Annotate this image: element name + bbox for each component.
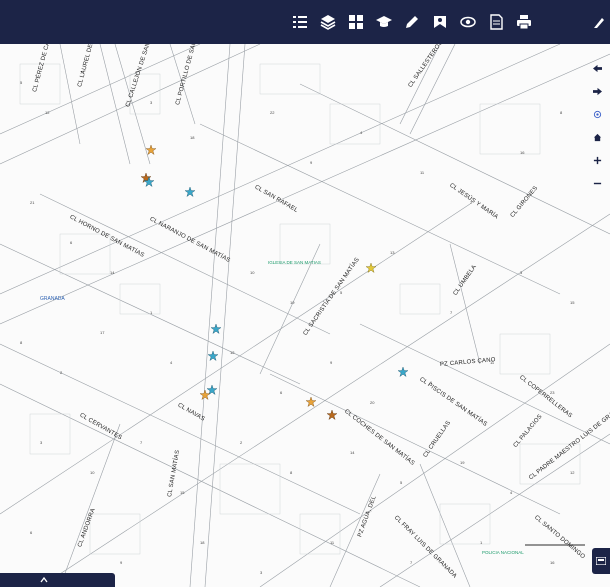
svg-text:14: 14 [350, 450, 355, 455]
svg-text:12: 12 [45, 110, 50, 115]
bottom-panel-toggle[interactable] [0, 573, 115, 587]
svg-text:4: 4 [360, 130, 363, 135]
poi-label: POLICIA NACIONAL [482, 550, 524, 555]
poi-label: IGLESIA DE SAN MATIAS [268, 260, 321, 265]
svg-text:9: 9 [120, 560, 123, 565]
svg-text:12: 12 [230, 350, 235, 355]
svg-text:6: 6 [30, 530, 33, 535]
svg-text:18: 18 [200, 540, 205, 545]
svg-text:4: 4 [170, 360, 173, 365]
home-icon[interactable] [590, 130, 604, 144]
zoom-in-icon[interactable] [590, 153, 604, 167]
star-marker[interactable] [144, 177, 154, 187]
legend-list-icon[interactable] [290, 12, 310, 32]
graduation-cap-icon[interactable] [374, 12, 394, 32]
svg-text:3: 3 [520, 270, 523, 275]
svg-text:1: 1 [150, 310, 153, 315]
locate-icon[interactable] [590, 107, 604, 121]
svg-text:16: 16 [520, 150, 525, 155]
svg-text:15: 15 [180, 490, 185, 495]
svg-text:21: 21 [30, 200, 35, 205]
svg-text:19: 19 [290, 300, 295, 305]
chevron-up-icon [40, 576, 48, 583]
svg-text:5: 5 [340, 290, 343, 295]
star-marker[interactable] [366, 263, 376, 273]
svg-text:5: 5 [20, 80, 23, 85]
printer-icon[interactable] [514, 12, 534, 32]
svg-text:3: 3 [40, 440, 43, 445]
star-marker[interactable] [398, 367, 408, 377]
star-marker[interactable] [200, 390, 210, 400]
profile-icon[interactable] [590, 12, 610, 32]
bookmark-icon[interactable] [430, 12, 450, 32]
pencil-icon[interactable] [402, 12, 422, 32]
star-marker[interactable] [208, 351, 218, 361]
svg-text:16: 16 [550, 560, 555, 565]
svg-text:6: 6 [70, 240, 73, 245]
svg-text:11: 11 [330, 540, 335, 545]
star-marker[interactable] [327, 410, 337, 420]
map-view[interactable]: 5 12 7 3 18 22 9 4 11 2 16 8 21 6 14 1 10 19 5 13 7 31… [0, 44, 610, 587]
svg-text:17: 17 [100, 330, 105, 335]
layers-icon[interactable] [318, 12, 338, 32]
svg-text:8: 8 [20, 340, 23, 345]
svg-text:7: 7 [410, 560, 413, 565]
svg-text:9: 9 [310, 160, 313, 165]
star-marker[interactable] [185, 187, 195, 197]
svg-text:6: 6 [280, 390, 283, 395]
svg-text:11: 11 [420, 170, 425, 175]
grid-icon[interactable] [346, 12, 366, 32]
svg-text:7: 7 [450, 310, 453, 315]
svg-text:5: 5 [400, 480, 403, 485]
svg-text:7: 7 [140, 440, 143, 445]
svg-text:20: 20 [370, 400, 375, 405]
svg-text:2: 2 [60, 370, 63, 375]
svg-text:10: 10 [250, 270, 255, 275]
svg-text:3: 3 [150, 100, 153, 105]
svg-text:1: 1 [480, 540, 483, 545]
place-label: GRANADA [40, 296, 65, 302]
map-basemap: 5127 31822 9411 2168 21614 11019 5137 31… [0, 44, 610, 587]
svg-text:13: 13 [390, 250, 395, 255]
svg-text:4: 4 [510, 490, 513, 495]
eye-icon[interactable] [458, 12, 478, 32]
top-toolbar [0, 0, 610, 44]
svg-text:10: 10 [90, 470, 95, 475]
star-marker[interactable] [306, 397, 316, 407]
svg-text:14: 14 [110, 270, 115, 275]
svg-text:22: 22 [270, 110, 275, 115]
svg-text:19: 19 [460, 460, 465, 465]
svg-text:23: 23 [550, 390, 555, 395]
measure-tool-button[interactable] [592, 548, 610, 574]
svg-text:12: 12 [570, 470, 575, 475]
svg-text:15: 15 [570, 300, 575, 305]
svg-text:9: 9 [330, 360, 333, 365]
svg-text:18: 18 [190, 135, 195, 140]
zoom-out-icon[interactable] [590, 176, 604, 190]
star-marker[interactable] [211, 324, 221, 334]
svg-text:8: 8 [290, 470, 293, 475]
svg-text:3: 3 [260, 570, 263, 575]
svg-text:8: 8 [560, 110, 563, 115]
arrow-right-icon[interactable] [590, 84, 604, 98]
document-icon[interactable] [486, 12, 506, 32]
svg-text:2: 2 [240, 440, 243, 445]
arrow-left-icon[interactable] [590, 61, 604, 75]
star-marker[interactable] [146, 145, 156, 155]
